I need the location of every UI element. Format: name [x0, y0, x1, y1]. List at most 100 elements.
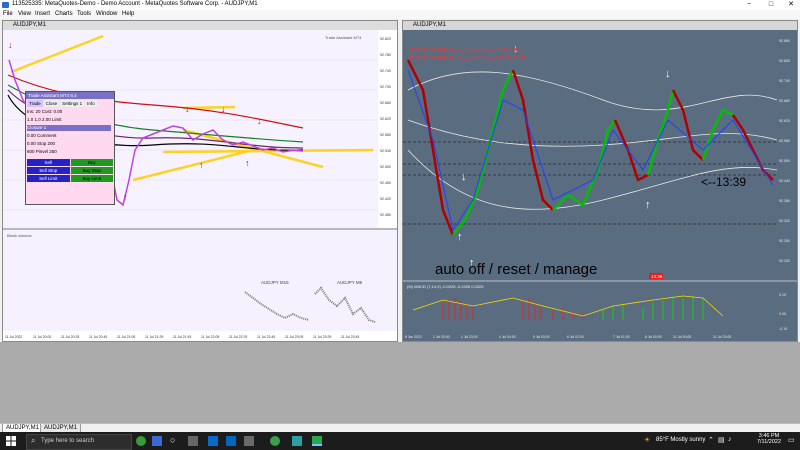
left-time-tick: 11 Jul 22:09 [201, 335, 219, 339]
menu-insert[interactable]: Insert [35, 11, 50, 17]
right-time-tick: 5 Jul 03:00 [533, 335, 550, 339]
left-price-tick: 92.780 [380, 53, 391, 57]
left-price-tick: 92.380 [380, 213, 391, 217]
tab-trade[interactable]: Trade [27, 100, 43, 107]
menu-view[interactable]: View [18, 11, 31, 17]
app-icon [2, 2, 9, 8]
left-time-tick: 11 Jul 21:09 [117, 335, 135, 339]
weather-status[interactable]: 85°F Mostly sunny [656, 437, 705, 443]
mdi-background [0, 342, 800, 423]
menu-help[interactable]: Help [122, 11, 134, 17]
right-chart-canvas[interactable]: ↓ ↓ ↓ ↑ ↑ ↑ 16:03:43:36 AUD: Unemploymen… [403, 30, 797, 341]
buy-stop-button[interactable]: Buy Stop [70, 167, 113, 174]
chart-label: ↑ [123, 192, 128, 202]
volume-icon[interactable]: ♪ [728, 436, 732, 443]
left-price-tick: 92.460 [380, 181, 391, 185]
sell-stop-button[interactable]: Sell Stop [27, 167, 70, 174]
notifications-icon[interactable]: ▭ [788, 436, 795, 444]
weather-icon: ☀ [644, 437, 651, 444]
trade-panel-row[interactable]: 0.00 Comment [27, 133, 57, 139]
tab-close[interactable]: Close [43, 100, 60, 107]
left-time-tick: 11 Jul 23:49 [341, 335, 359, 339]
chart-label: ↑ [457, 231, 463, 243]
settings-icon[interactable] [244, 436, 254, 446]
news-line: 16:03:43:36 AUD: Employment Change 60.6K… [409, 56, 526, 62]
chart-caption: auto off / reset / manage [435, 261, 597, 278]
search-icon: ⌕ [31, 436, 36, 445]
menu-charts[interactable]: Charts [55, 11, 73, 17]
right-price-tick: 92.680 [779, 99, 790, 103]
left-time-tick: 11 Jul 21:49 [173, 335, 191, 339]
app-icon-2[interactable] [270, 436, 280, 446]
tab-settings[interactable]: Settings 1 [60, 100, 85, 107]
trade-assistant-panel[interactable]: Trade Assistant MT4 8.4 Trade Close Sett… [25, 91, 115, 205]
right-chart-title: AUDJPY,M1 [413, 22, 446, 28]
right-time-tick: 4 Jul 04:00 [499, 335, 516, 339]
task-view-icon[interactable] [152, 436, 162, 446]
chart-label: ↓ [665, 68, 671, 80]
taskbar-search[interactable]: ⌕ Type here to search [26, 434, 132, 450]
mini-chart-m15-label: AUDJPY M15 [261, 280, 289, 285]
mail-icon[interactable] [226, 436, 236, 446]
left-time-tick: 11 Jul 22:49 [257, 335, 275, 339]
cortana-icon[interactable]: ○ [170, 435, 175, 445]
tray-chevron-icon[interactable]: ⌃ [708, 436, 714, 444]
menu-bar: File View Insert Charts Tools Window Hel… [0, 10, 800, 19]
explorer-icon[interactable] [188, 436, 198, 446]
left-time-tick: 11 Jul 20:25 [61, 335, 79, 339]
left-time-tick: 11 Jul 23:09 [285, 335, 303, 339]
app-icon-3[interactable] [292, 436, 302, 446]
right-price-tick: 92.740 [779, 79, 790, 83]
right-price-tick: 92.440 [779, 179, 790, 183]
mini-chart-m5-label: AUDJPY M5 [337, 280, 363, 285]
chart-label: ↑ [199, 160, 204, 170]
tab-info[interactable]: Info [85, 100, 97, 107]
right-time-tick: 8 Jul 00:00 [645, 335, 662, 339]
trade-panel-row: Closure 1 [27, 125, 111, 131]
edge-icon[interactable] [208, 436, 218, 446]
menu-file[interactable]: File [3, 11, 13, 17]
maximize-button[interactable]: □ [764, 0, 778, 10]
macd-tick: 0.15 [779, 293, 786, 297]
left-price-tick: 92.620 [380, 117, 391, 121]
news-line: 16:03:43:36 AUD: Unemployment Rate 3.9% … [409, 48, 522, 54]
chart-label: ↓ [221, 104, 226, 114]
minimize-button[interactable]: − [742, 0, 756, 10]
clock-date: 7/11/2022 [756, 439, 782, 445]
right-time-tick: 8 Jun 2022 [405, 335, 422, 339]
trade-panel-row[interactable]: 0.00 Stop 200 [27, 141, 55, 147]
time-annotation: <--13:39 [701, 175, 746, 189]
right-price-tick: 92.320 [779, 219, 790, 223]
right-price-tick: 92.200 [779, 259, 790, 263]
trade-panel-header: Trade Assistant MT4 8.4 [26, 92, 114, 99]
network-icon[interactable]: ▤ [718, 436, 725, 444]
left-price-tick: 92.580 [380, 133, 391, 137]
chart-label: ↓ [257, 116, 262, 126]
left-chart-window[interactable]: AUDJPY,M1 ↓ ↓ ↓ ↓ ↑ ↑ ↑ 92.820 92.780 92… [2, 20, 398, 342]
right-time-tick: 7 Jul 01:00 [613, 335, 630, 339]
macd-tick: 0.00 [779, 312, 786, 316]
indicator-label: Trade Assistant MT4 [325, 35, 362, 40]
close-button[interactable]: ✕ [784, 0, 798, 10]
chrome-icon[interactable] [136, 436, 146, 446]
buy-button[interactable]: Buy [70, 159, 113, 166]
right-chart-window[interactable]: AUDJPY,M1 ↓ ↓ ↓ ↑ ↑ ↑ 16:03:43:36 AUD: U… [402, 20, 798, 342]
menu-window[interactable]: Window [96, 11, 117, 17]
left-time-tick: 11 Jul 21:29 [145, 335, 163, 339]
trade-panel-row: Ins: 20 Cost: 0.00 [27, 109, 63, 114]
left-time-tick: 11 Jul 23:29 [313, 335, 331, 339]
right-price-tick: 92.380 [779, 199, 790, 203]
sell-button[interactable]: Sell [27, 159, 70, 166]
macd-label: (M) MACD (7,14,9) -0.0228 -0.0326 0.0325 [407, 284, 484, 289]
windows-start-icon[interactable] [6, 436, 16, 446]
menu-tools[interactable]: Tools [77, 11, 91, 17]
clock[interactable]: 3:46 PM 7/11/2022 [754, 433, 784, 445]
chart-label: ↓ [461, 171, 467, 183]
metatrader-taskbar-icon[interactable] [312, 436, 322, 446]
sell-limit-button[interactable]: Sell Limit [27, 175, 70, 182]
buy-limit-button[interactable]: Buy Limit [70, 175, 113, 182]
price-tag-label: 13:38 [651, 274, 663, 279]
trade-panel-row[interactable]: 1.0 1.0 2.00 Limit [27, 117, 62, 123]
right-time-tick: 11 Jul 00:00 [673, 335, 691, 339]
trade-panel-row[interactable]: 600 Pinvel 250 [27, 149, 57, 155]
